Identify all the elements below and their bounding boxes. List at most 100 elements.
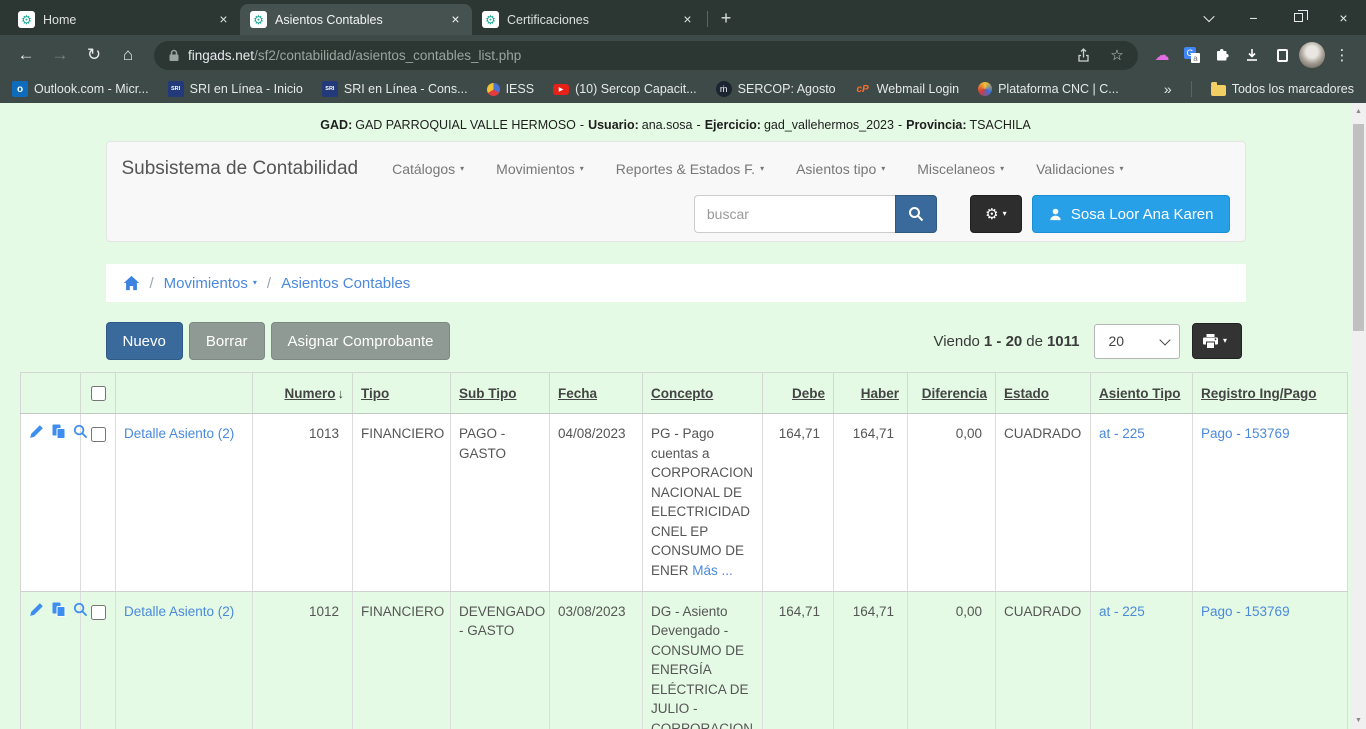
bookmark-webmail[interactable]: cPWebmail Login [855,81,959,97]
view-button[interactable] [73,602,88,623]
borrar-button[interactable]: Borrar [189,322,265,360]
url-bar[interactable]: fingads.net/sf2/contabilidad/asientos_co… [154,41,1138,70]
header-debe[interactable]: Debe [763,373,834,414]
close-icon[interactable]: × [679,11,696,28]
tab-home[interactable]: ⚙ Home × [8,4,240,35]
search-icon [908,206,924,222]
header-tipo[interactable]: Tipo [353,373,451,414]
app-brand[interactable]: Subsistema de Contabilidad [122,158,359,180]
forward-button[interactable]: → [44,39,76,71]
copy-button[interactable] [51,602,66,623]
search-button[interactable] [895,195,937,233]
registro-link[interactable]: Pago - 153769 [1201,604,1290,619]
gear-icon: ⚙ [21,14,32,26]
profile-avatar[interactable] [1298,41,1326,69]
header-numero[interactable]: Numero↓ [253,373,353,414]
close-window-button[interactable]: × [1321,0,1366,35]
cell-diferencia: 0,00 [908,414,996,592]
app-navbar: Subsistema de Contabilidad Catálogos▾ Mo… [106,141,1246,242]
sidepanel-button[interactable] [1268,41,1296,69]
bookmark-sri-inicio[interactable]: SRISRI en Línea - Inicio [168,81,303,97]
header-estado[interactable]: Estado [996,373,1091,414]
cell-estado: CUADRADO [996,414,1091,592]
detalle-asiento-link[interactable]: Detalle Asiento (2) [124,426,234,441]
reload-button[interactable]: ↻ [78,39,110,71]
view-button[interactable] [73,424,88,445]
folder-icon [1211,85,1226,96]
row-checkbox[interactable] [91,427,106,442]
all-bookmarks-button[interactable]: Todos los marcadores [1211,82,1354,96]
home-icon[interactable] [123,275,140,291]
copy-button[interactable] [51,424,66,445]
user-menu-button[interactable]: Sosa Loor Ana Karen [1032,195,1230,233]
bookmark-star-button[interactable]: ☆ [1104,42,1130,68]
downloads-button[interactable] [1238,41,1266,69]
print-dropdown-button[interactable]: ▾ [1192,323,1242,359]
scrollbar-thumb[interactable] [1353,124,1364,331]
close-icon[interactable]: × [215,11,232,28]
page-size-select[interactable]: 20 [1094,324,1180,359]
translate-button[interactable]: Ga [1178,41,1206,69]
share-button[interactable] [1070,42,1096,68]
tab-asientos-contables[interactable]: ⚙ Asientos Contables × [240,4,472,35]
edit-button[interactable] [29,424,44,445]
edit-button[interactable] [29,602,44,623]
cell-haber: 164,71 [834,591,908,729]
menu-asientos-tipo[interactable]: Asientos tipo▾ [796,161,885,177]
menu-movimientos[interactable]: Movimientos▾ [496,161,584,177]
settings-dropdown-button[interactable]: ⚙▾ [970,195,1022,233]
browser-menu-button[interactable]: ⋮ [1328,41,1356,69]
new-tab-button[interactable]: + [713,5,739,31]
minimize-button[interactable]: − [1231,0,1276,35]
restore-button[interactable] [1276,0,1321,35]
registro-link[interactable]: Pago - 153769 [1201,426,1290,441]
extensions-button[interactable] [1208,41,1236,69]
cell-actions [21,414,81,592]
scroll-up-icon[interactable]: ▲ [1351,108,1366,115]
cell-concepto: PG - Pago cuentas a CORPORACION NACIONAL… [643,414,763,592]
breadcrumb-movimientos[interactable]: Movimientos▾ [164,275,257,292]
close-icon[interactable]: × [447,11,464,28]
tab-search-button[interactable] [1186,0,1231,35]
header-sub-tipo[interactable]: Sub Tipo [451,373,550,414]
back-button[interactable]: ← [10,39,42,71]
tab-certificaciones[interactable]: ⚙ Certificaciones × [472,4,704,35]
select-all-checkbox[interactable] [91,386,106,401]
tab-title: Certificaciones [507,13,671,27]
extension-cloud-button[interactable]: ☁ [1148,41,1176,69]
menu-miscelaneos[interactable]: Miscelaneos▾ [917,161,1004,177]
browser-toolbar: ← → ↻ ⌂ fingads.net/sf2/contabilidad/asi… [0,35,1366,75]
header-haber[interactable]: Haber [834,373,908,414]
row-checkbox[interactable] [91,605,106,620]
cell-fecha: 04/08/2023 [550,414,643,592]
page-scrollbar[interactable]: ▲ ▼ [1351,103,1366,729]
bookmark-sri-consultas[interactable]: SRISRI en Línea - Cons... [322,81,468,97]
iess-icon [487,83,500,96]
header-asiento-tipo[interactable]: Asiento Tipo [1091,373,1193,414]
nuevo-button[interactable]: Nuevo [106,322,183,360]
bookmark-sercop-agosto[interactable]: ṁSERCOP: Agosto [716,81,836,97]
header-diferencia[interactable]: Diferencia [908,373,996,414]
home-button[interactable]: ⌂ [112,39,144,71]
header-concepto[interactable]: Concepto [643,373,763,414]
mas-link[interactable]: Más ... [692,563,733,578]
site-favicon-icon: ⚙ [250,11,267,28]
menu-validaciones[interactable]: Validaciones▾ [1036,161,1123,177]
detalle-asiento-link[interactable]: Detalle Asiento (2) [124,604,234,619]
asiento-tipo-link[interactable]: at - 225 [1099,604,1145,619]
search-input[interactable] [694,195,895,233]
bookmarks-overflow-button[interactable]: » [1164,81,1172,97]
asiento-tipo-link[interactable]: at - 225 [1099,426,1145,441]
bookmark-sercop-capacit[interactable]: ▶(10) Sercop Capacit... [553,82,697,96]
asignar-comprobante-button[interactable]: Asignar Comprobante [271,322,451,360]
bookmark-outlook[interactable]: oOutlook.com - Micr... [12,81,149,97]
header-fecha[interactable]: Fecha [550,373,643,414]
scroll-down-icon[interactable]: ▼ [1351,717,1366,724]
breadcrumb-asientos-contables[interactable]: Asientos Contables [281,275,410,292]
menu-reportes[interactable]: Reportes & Estados F.▾ [616,161,764,177]
header-registro[interactable]: Registro Ing/Pago [1193,373,1348,414]
bookmark-cnc[interactable]: Plataforma CNC | C... [978,82,1119,96]
menu-catalogos[interactable]: Catálogos▾ [392,161,464,177]
page-range: 1 - 20 [984,333,1022,350]
bookmark-iess[interactable]: IESS [487,82,535,96]
